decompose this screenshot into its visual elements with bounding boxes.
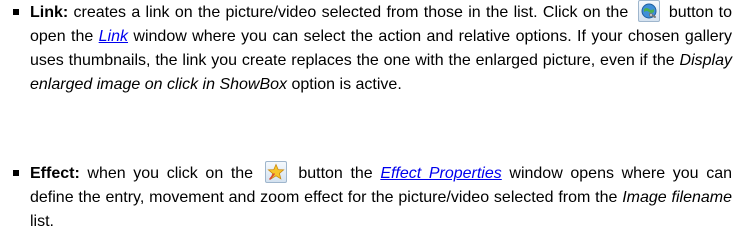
bullet [13,9,19,15]
item-text: button the [290,165,381,182]
bullet [13,170,19,176]
list-item-text: Effect: when you click on the button the… [30,161,732,234]
link-window-link[interactable]: Link [99,28,128,45]
item-text: list. [30,213,54,230]
item-text: window where you can select the action a… [30,28,732,69]
star-effect-icon [264,161,287,183]
list-item-text: Link: creates a link on the picture/vide… [30,0,732,97]
item-title: Effect: [30,165,80,182]
link-globe-icon [637,0,660,22]
item-text: option is active. [287,76,402,93]
option-name: Image filename [622,189,733,206]
item-text: creates a link on the picture/video sele… [68,4,634,21]
document-body: Link: creates a link on the picture/vide… [0,0,735,249]
item-title: Link: [30,4,69,21]
item-text: when you click on the [79,165,261,182]
effect-properties-link[interactable]: Effect Properties [380,165,501,182]
